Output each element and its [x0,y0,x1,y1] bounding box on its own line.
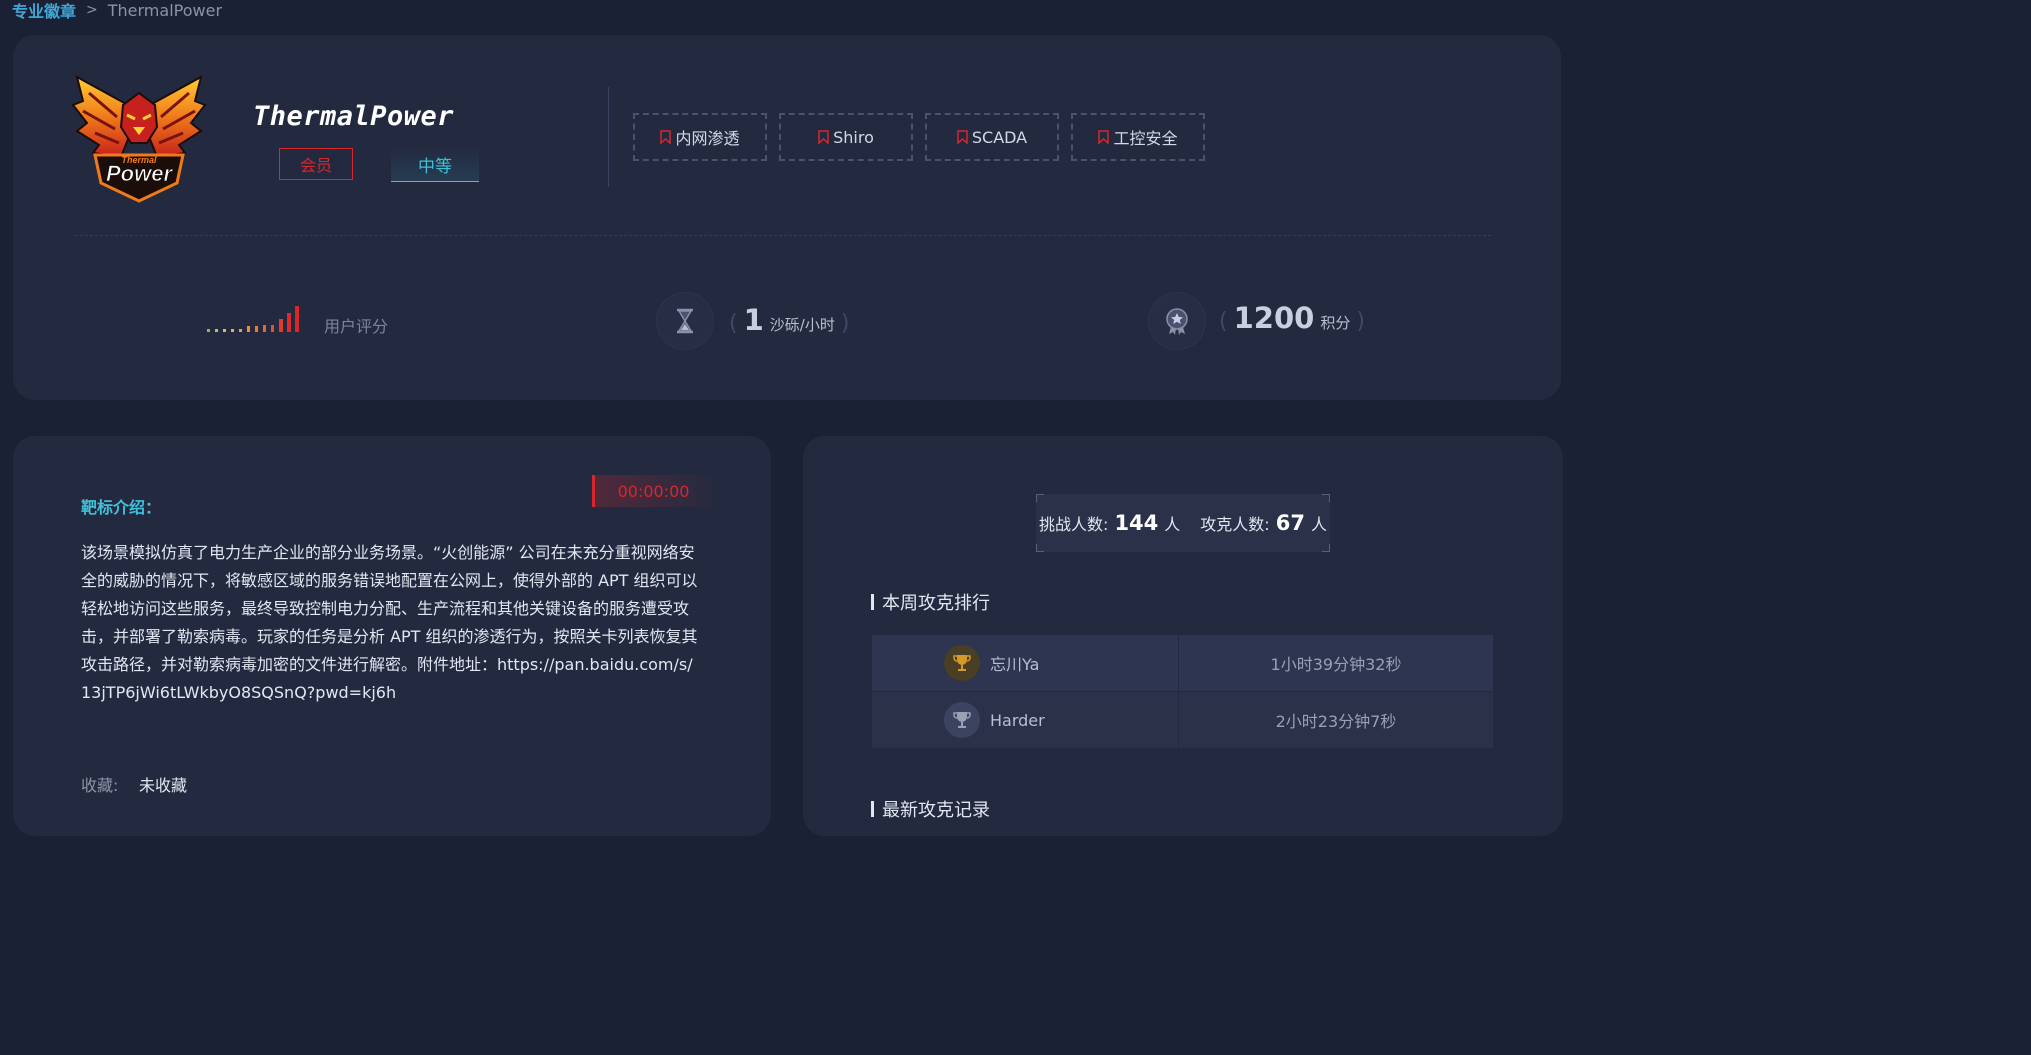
rank-user-cell: 忘川Ya [872,635,1179,691]
bookmark-icon [660,130,672,144]
bookmark-icon [1098,130,1110,144]
silver-trophy-icon [944,702,980,738]
bracket-close: ) [840,311,850,336]
badge-header-panel: Thermal Power ThermalPower 会员 中等 内网渗透 Sh… [13,35,1561,400]
difficulty-badge: 中等 [391,148,479,182]
badge-title: ThermalPower [253,101,455,132]
table-row[interactable]: Harder 2小时23分钟7秒 [872,692,1493,749]
tag-intranet[interactable]: 内网渗透 [633,113,767,161]
tag-ics-security[interactable]: 工控安全 [1071,113,1205,161]
rating-bars-icon [207,306,299,332]
challengers-label: 挑战人数: [1039,515,1109,534]
tag-label: Shiro [833,127,874,147]
ranking-panel: 挑战人数: 144 人 攻克人数: 67 人 本周攻克排行 忘川Ya 1小时39… [803,436,1563,836]
rank-user-name: Harder [990,710,1045,730]
title-bar [871,594,874,610]
tag-label: 内网渗透 [675,129,740,148]
weekly-ranking-title-text: 本周攻克排行 [882,593,990,614]
logo-text-main: Power [106,161,173,186]
corner-decoration [1322,494,1330,502]
rank-user-name: 忘川Ya [990,655,1040,674]
target-description: 该场景模拟仿真了电力生产企业的部分业务场景。“火创能源” 公司在未充分重视网络安… [81,543,698,702]
table-row[interactable]: 忘川Ya 1小时39分钟32秒 [872,635,1493,692]
tag-scada[interactable]: SCADA [925,113,1059,161]
corner-decoration [1036,544,1044,552]
sand-rate-value: 1 [743,303,764,337]
points-value: 1200 [1233,301,1315,335]
corner-decoration [1322,544,1330,552]
solvers-unit: 人 [1310,515,1327,534]
tag-shiro[interactable]: Shiro [779,113,913,161]
solvers-label: 攻克人数: [1200,515,1270,534]
rank-time: 1小时39分钟32秒 [1270,655,1402,674]
challengers-unit: 人 [1164,515,1181,534]
breadcrumb-link-badges[interactable]: 专业徽章 [12,0,76,22]
points-stat: ( 1200 积分 ) [1219,301,1365,335]
tag-label: 工控安全 [1113,129,1178,148]
participants-summary: 挑战人数: 144 人 攻克人数: 67 人 [1036,494,1330,552]
bookmark-icon [957,130,968,144]
hourglass-icon [657,293,713,349]
challengers-count: 144 [1114,511,1159,535]
sand-rate-unit: 沙砾/小时 [769,316,835,334]
thermalpower-logo: Thermal Power [69,71,209,205]
rating-label: 用户评分 [324,317,389,336]
member-badge: 会员 [279,148,353,180]
breadcrumb: 专业徽章 > ThermalPower [12,0,223,22]
medal-icon [1149,293,1205,349]
bracket-close: ) [1356,309,1365,334]
favorite-label: 收藏: [81,776,119,795]
favorite-toggle[interactable]: 未收藏 [139,772,187,796]
header-divider [608,87,609,187]
gold-trophy-icon [944,645,980,681]
target-intro-panel: 靶标介绍： 00:00:00 该场景模拟仿真了电力生产企业的部分业务场景。“火创… [13,436,771,836]
breadcrumb-current: ThermalPower [107,0,223,20]
tag-list: 内网渗透 Shiro SCADA 工控安全 [633,113,1205,161]
bracket-open: ( [729,311,738,336]
solvers-count: 67 [1275,511,1305,535]
rank-user-cell: Harder [872,692,1179,748]
countdown-timer: 00:00:00 [592,475,712,507]
points-unit: 积分 [1320,314,1351,332]
title-bar [871,801,874,817]
breadcrumb-separator-icon: > [86,2,98,18]
weekly-ranking-title: 本周攻克排行 [871,589,990,615]
sand-rate-stat: ( 1 沙砾/小时 ) [729,303,849,337]
corner-decoration [1036,494,1044,502]
tag-label: SCADA [971,127,1028,147]
latest-records-title-text: 最新攻克记录 [882,800,990,821]
bookmark-icon [818,130,829,144]
target-intro-title: 靶标介绍： [81,498,162,517]
bracket-open: ( [1219,309,1228,334]
ranking-table: 忘川Ya 1小时39分钟32秒 Harder 2小时23分钟7秒 [872,635,1493,749]
rank-time: 2小时23分钟7秒 [1275,712,1397,731]
stats-divider [75,235,1491,236]
latest-records-title: 最新攻克记录 [871,796,990,822]
